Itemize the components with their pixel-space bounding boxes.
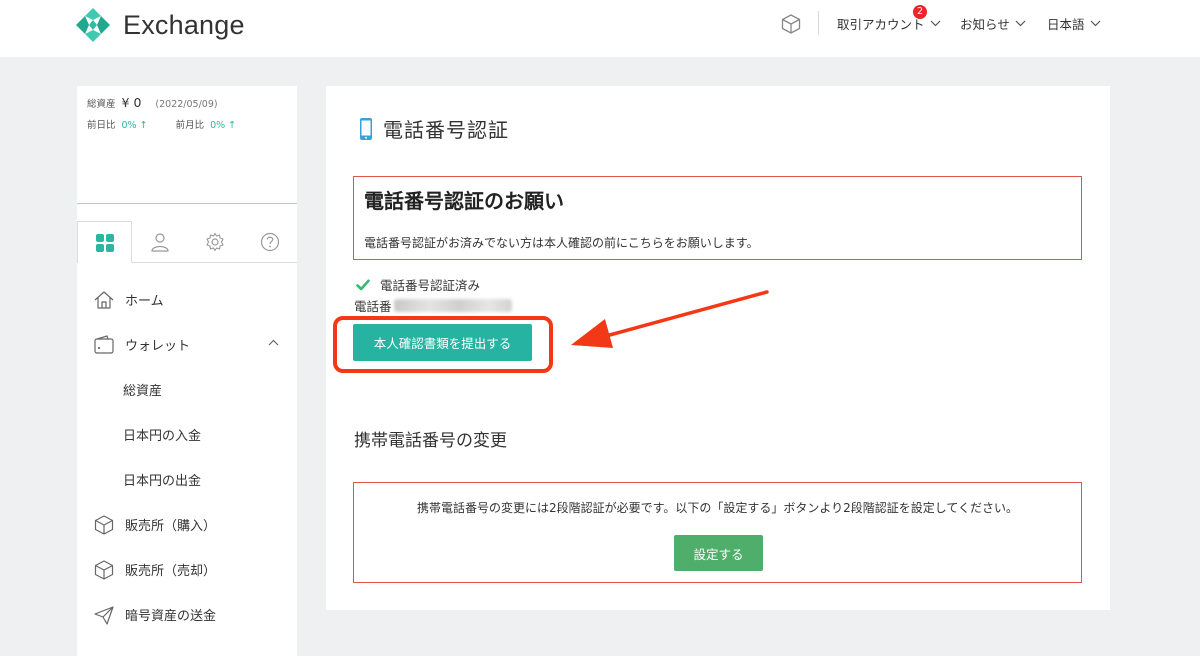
notice-text: 電話番号認証がお済みでない方は本人確認の前にこちらをお願いします。 <box>364 236 759 250</box>
wallet-icon <box>94 334 114 354</box>
sidebar-item-label: 総資産 <box>123 384 163 399</box>
sidebar-item-sell[interactable]: 販売所（売却） <box>77 547 297 592</box>
sidebar-item-jpy-deposit[interactable]: 日本円の入金 <box>77 412 297 457</box>
chevron-down-icon <box>1090 20 1100 27</box>
cube-icon[interactable] <box>780 13 802 35</box>
submit-id-documents-button[interactable]: 本人確認書類を提出する <box>353 324 532 361</box>
brand-name: Exchange <box>123 9 245 40</box>
help-icon <box>260 232 279 251</box>
send-icon <box>94 605 114 625</box>
chevron-up-icon[interactable] <box>268 339 279 346</box>
page-title: 電話番号認証 <box>383 118 509 142</box>
tab-settings[interactable] <box>187 221 242 263</box>
sidebar-tabs <box>77 221 297 263</box>
prev-month-value: 0% ↑ <box>210 120 237 131</box>
phone-number-label: 電話番 <box>354 299 392 314</box>
header-divider <box>818 11 819 35</box>
chevron-down-icon <box>930 20 940 27</box>
phone-icon <box>360 117 372 140</box>
setup-2fa-button[interactable]: 設定する <box>674 535 763 571</box>
total-assets-label: 総資産 <box>87 99 116 110</box>
change-phone-text: 携帯電話番号の変更には2段階認証が必要です。以下の「設定する」ボタンより2段階認… <box>416 501 1019 515</box>
sidebar-item-label: 日本円の入金 <box>123 429 202 444</box>
sidebar-item-wallet[interactable]: ウォレット <box>77 322 297 367</box>
language-menu[interactable]: 日本語 <box>1047 14 1101 33</box>
sidebar-item-total-assets[interactable]: 総資産 <box>77 367 297 412</box>
sidebar-item-label: 販売所（売却） <box>125 564 217 579</box>
annotation-arrow <box>571 290 769 348</box>
sidebar-menu: ホーム ウォレット 総資産 日本円の入金 日本円の出金 販売所（購入） 販売所（… <box>77 277 297 637</box>
phone-number-redacted <box>393 299 512 312</box>
tab-dashboard[interactable] <box>77 221 132 263</box>
top-header: Exchange 取引アカウント 2 お知らせ 日本語 <box>0 0 1200 57</box>
sidebar-separator <box>77 203 297 204</box>
sidebar-item-label: 日本円の出金 <box>123 474 202 489</box>
verification-status-text: 電話番号認証済み <box>380 278 481 293</box>
verification-status: 電話番号認証済み <box>356 275 480 294</box>
asset-change: 前日比 0% ↑ 前月比 0% ↑ <box>87 117 236 131</box>
sidebar-item-home[interactable]: ホーム <box>77 277 297 322</box>
gear-icon <box>205 232 224 251</box>
sidebar-item-label: ホーム <box>125 294 164 309</box>
check-icon <box>356 279 370 290</box>
sidebar-item-label: ウォレット <box>125 339 191 354</box>
sidebar-item-buy[interactable]: 販売所（購入） <box>77 502 297 547</box>
user-icon <box>150 232 169 252</box>
phone-verification-notice: 電話番号認証のお願い 電話番号認証がお済みでない方は本人確認の前にこちらをお願い… <box>353 176 1082 260</box>
sidebar-item-label: 暗号資産の送金 <box>125 609 217 624</box>
brand-logo[interactable]: Exchange <box>75 7 245 43</box>
grid-icon <box>95 233 114 252</box>
prev-day-label: 前日比 <box>87 120 116 131</box>
phone-number-row: 電話番 <box>354 296 512 315</box>
tab-help[interactable] <box>242 221 297 263</box>
prev-month-label: 前月比 <box>175 120 205 131</box>
cube-icon <box>94 559 114 580</box>
prev-day-value: 0% ↑ <box>121 120 148 131</box>
change-phone-title: 携帯電話番号の変更 <box>354 431 507 451</box>
news-label: お知らせ <box>960 17 1010 32</box>
page-title-row: 電話番号認証 <box>359 114 509 143</box>
main-panel: 電話番号認証 電話番号認証のお願い 電話番号認証がお済みでない方は本人確認の前に… <box>326 86 1110 610</box>
tab-account[interactable] <box>132 221 187 263</box>
total-assets-date: (2022/05/09) <box>155 99 218 110</box>
home-icon <box>94 290 114 309</box>
chevron-down-icon <box>1015 20 1026 27</box>
total-assets-value: ¥ 0 <box>121 95 142 110</box>
logo-icon <box>76 8 110 42</box>
trading-account-label: 取引アカウント <box>837 17 925 32</box>
change-phone-box: 携帯電話番号の変更には2段階認証が必要です。以下の「設定する」ボタンより2段階認… <box>353 482 1082 583</box>
language-label: 日本語 <box>1047 17 1085 32</box>
cube-icon <box>94 514 114 535</box>
sidebar-item-crypto-send[interactable]: 暗号資産の送金 <box>77 592 297 637</box>
sidebar-item-label: 販売所（購入） <box>125 519 217 534</box>
notice-heading: 電話番号認証のお願い <box>364 189 564 213</box>
news-menu[interactable]: お知らせ <box>960 14 1026 33</box>
sidebar-item-jpy-withdraw[interactable]: 日本円の出金 <box>77 457 297 502</box>
notification-badge: 2 <box>913 5 927 19</box>
total-assets: 総資産 ¥ 0 (2022/05/09) <box>87 95 218 110</box>
sidebar: 総資産 ¥ 0 (2022/05/09) 前日比 0% ↑ 前月比 0% ↑ ホ… <box>77 86 297 656</box>
